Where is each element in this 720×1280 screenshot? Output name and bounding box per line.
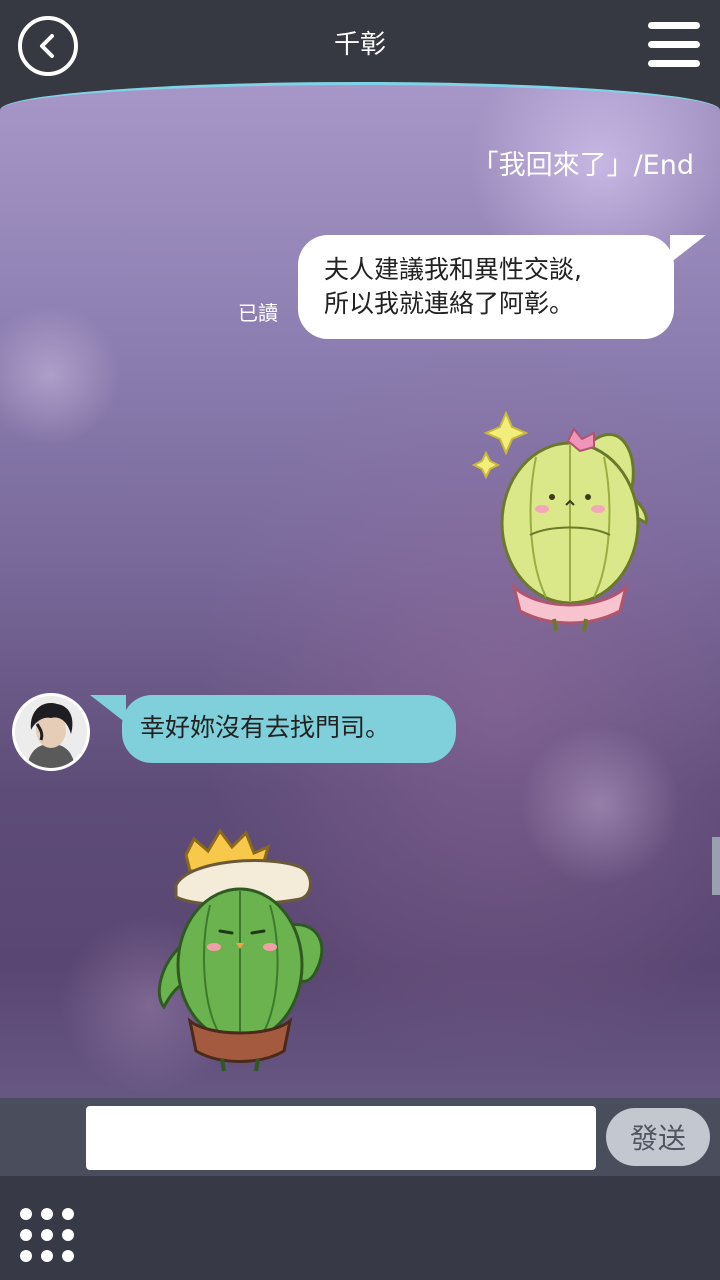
- page-title: 千彰: [333, 30, 386, 60]
- input-strip: 發送: [0, 1098, 720, 1176]
- message-line: 所以我就連絡了阿彰。: [324, 289, 575, 318]
- message-line: 夫人建議我和異性交談,: [324, 255, 582, 284]
- grid-menu-button[interactable]: [20, 1208, 74, 1262]
- read-receipt: 已讀: [238, 301, 278, 325]
- cactus-girl-sticker: [471, 410, 648, 632]
- avatar-portrait: [15, 696, 87, 768]
- contact-avatar[interactable]: [12, 693, 90, 771]
- cactus-boy-sticker: [157, 828, 324, 1072]
- bottom-bar: 發送: [0, 1098, 720, 1280]
- chat-area[interactable]: 「我回來了」/End 已讀 夫人建議我和異性交談, 所以我就連絡了阿彰。 幸好妳…: [0, 82, 720, 1122]
- send-button[interactable]: 發送: [606, 1108, 710, 1166]
- story-status-text: 「我回來了」/End: [471, 150, 694, 181]
- grid-dots-icon: [20, 1208, 32, 1220]
- sent-message-bubble: 夫人建議我和異性交談, 所以我就連絡了阿彰。: [298, 235, 706, 339]
- message-input[interactable]: [86, 1106, 596, 1170]
- received-message-bubble: 幸好妳沒有去找門司。: [90, 695, 456, 763]
- hamburger-icon: [648, 22, 700, 29]
- menu-button[interactable]: [648, 22, 700, 68]
- message-text: 幸好妳沒有去找門司。: [140, 713, 391, 742]
- scrollbar[interactable]: [712, 837, 720, 895]
